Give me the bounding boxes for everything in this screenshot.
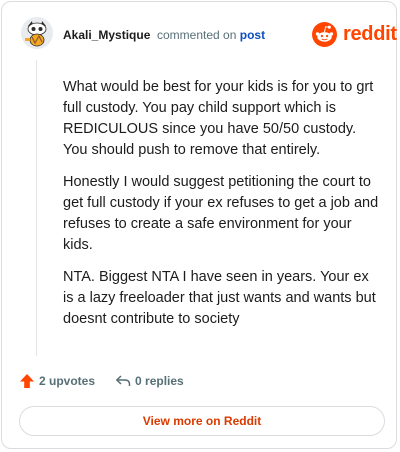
comment-meta: commented on post — [157, 28, 265, 42]
comment-body: What would be best for your kids is for … — [63, 77, 381, 341]
reply-button[interactable]: 0 replies — [115, 373, 184, 389]
upvote-count: 2 upvotes — [39, 374, 96, 388]
thread-line — [36, 60, 37, 356]
comment-paragraph: What would be best for your kids is for … — [63, 79, 374, 158]
snoo-avatar-icon — [21, 17, 53, 49]
upvote-arrow-icon — [20, 374, 34, 388]
reddit-logo[interactable]: reddit — [312, 21, 397, 47]
reddit-snoo-icon — [312, 21, 337, 47]
upvote-button[interactable]: 2 upvotes — [19, 373, 95, 389]
comment-paragraph: NTA. Biggest NTA I have seen in years. Y… — [63, 269, 376, 327]
comment-footer: 2 upvotes 0 replies — [19, 371, 204, 391]
reply-count: 0 replies — [135, 374, 184, 388]
view-more-button[interactable]: View more on Reddit — [19, 406, 385, 436]
comment-embed-card: Akali_Mystique commented on post reddit … — [1, 1, 397, 449]
post-link[interactable]: post — [240, 28, 265, 42]
reddit-wordmark: reddit — [343, 22, 397, 45]
avatar[interactable] — [21, 17, 53, 49]
author-name[interactable]: Akali_Mystique — [63, 28, 150, 42]
action-text: commented on — [157, 28, 237, 42]
comment-paragraph: Honestly I would suggest petitioning the… — [63, 174, 379, 253]
reply-icon — [116, 375, 131, 386]
